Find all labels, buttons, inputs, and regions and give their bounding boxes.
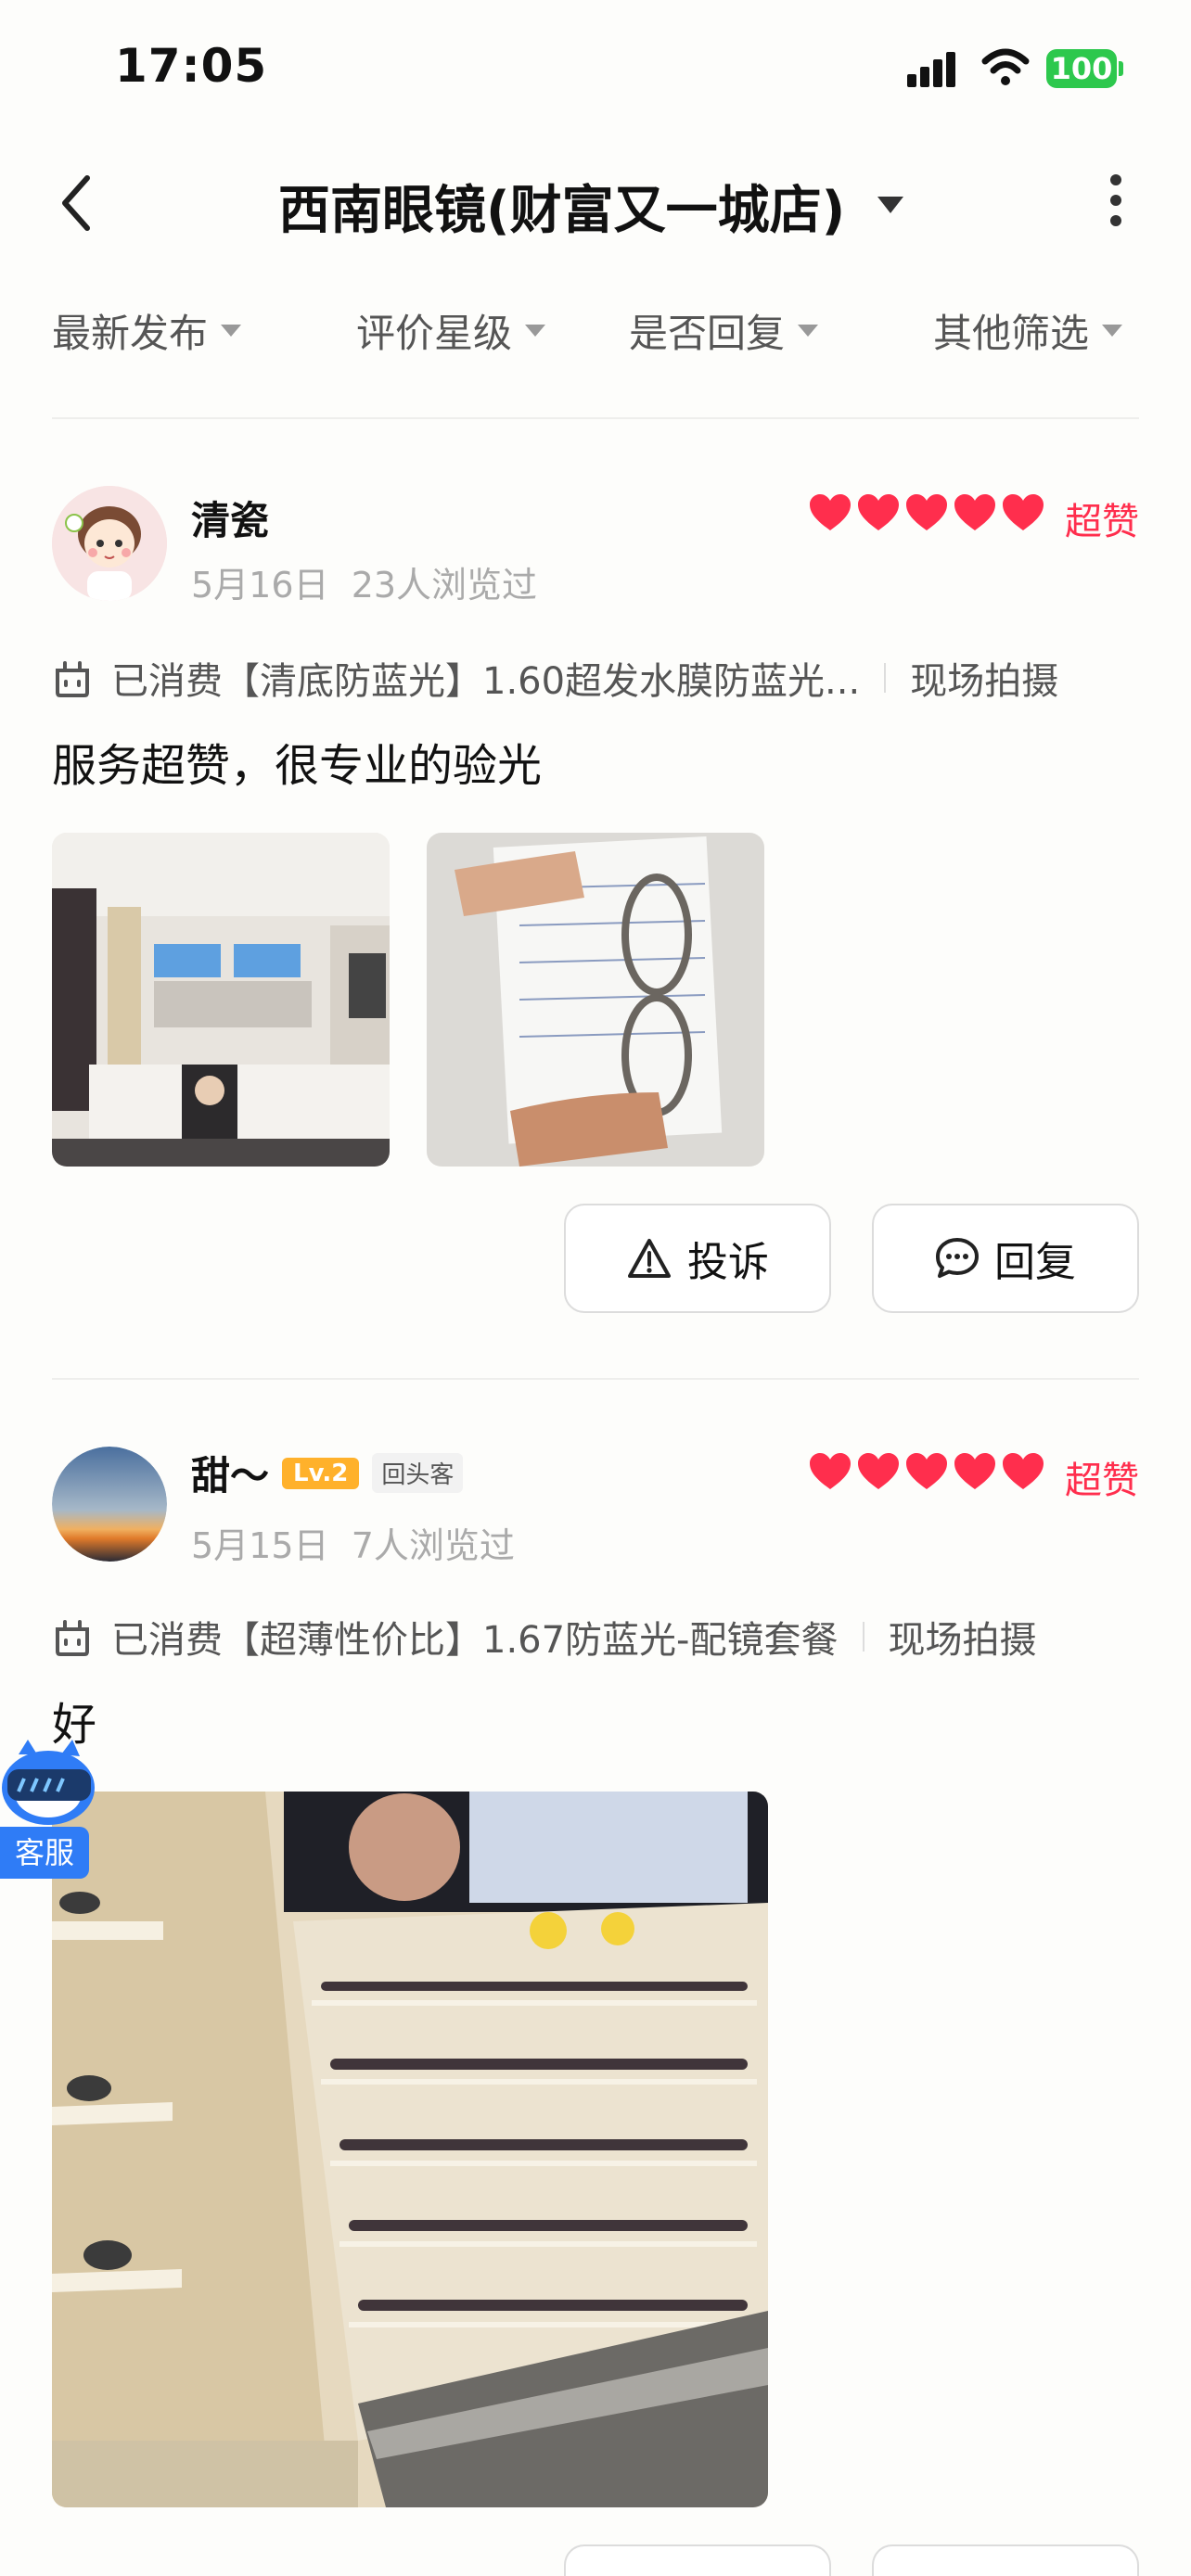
back-arrow-icon[interactable] bbox=[58, 174, 95, 232]
username[interactable]: 甜～ bbox=[191, 1445, 269, 1501]
filter-label: 评价星级 bbox=[356, 311, 513, 356]
sunset-avatar-icon bbox=[52, 1447, 167, 1562]
dropdown-arrow-icon bbox=[1102, 325, 1123, 337]
rating-label: 超赞 bbox=[1065, 501, 1139, 543]
heart-icon bbox=[810, 494, 851, 530]
battery-tip bbox=[1119, 61, 1123, 76]
status-time: 17:05 bbox=[115, 39, 268, 93]
page-title[interactable]: 西南眼镜(财富又一城店) bbox=[278, 169, 845, 244]
warning-icon bbox=[628, 1239, 671, 1278]
dropdown-arrow-icon bbox=[221, 325, 242, 337]
review-photo[interactable] bbox=[52, 1792, 768, 2507]
username[interactable]: 清瓷 bbox=[191, 490, 269, 546]
cartoon-avatar-icon bbox=[52, 486, 167, 601]
filter-label: 其他筛选 bbox=[933, 311, 1090, 356]
review-divider bbox=[52, 1378, 1139, 1380]
photo-tag: 现场拍摄 bbox=[888, 1619, 1037, 1662]
heart-icon bbox=[858, 1453, 899, 1489]
avatar[interactable] bbox=[52, 1447, 167, 1562]
robot-mascot-icon[interactable] bbox=[0, 1734, 102, 1827]
heart-icon bbox=[906, 1453, 947, 1489]
rating-hearts bbox=[809, 1452, 1044, 1491]
photo-tag: 现场拍摄 bbox=[910, 660, 1059, 703]
returning-customer-badge: 回头客 bbox=[372, 1453, 464, 1493]
review-photo[interactable] bbox=[427, 833, 764, 1167]
shopping-basket-icon bbox=[56, 1620, 89, 1656]
reply-button[interactable]: 回复 bbox=[872, 1204, 1139, 1313]
eyewear-display-photo bbox=[52, 1792, 768, 2507]
review-date: 5月15日 bbox=[191, 1525, 329, 1566]
rating-label: 超赞 bbox=[1065, 1460, 1139, 1502]
purchase-info[interactable]: 已消费【清底防蓝光】1.60超发水膜防蓝光... 现场拍摄 bbox=[52, 651, 1058, 705]
review-meta: 5月16日 23人浏览过 bbox=[191, 556, 537, 607]
purchase-text: 已消费【清底防蓝光】1.60超发水膜防蓝光... bbox=[111, 660, 861, 703]
heart-icon bbox=[1003, 1453, 1044, 1489]
heart-icon bbox=[1003, 494, 1044, 530]
purchase-info[interactable]: 已消费【超薄性价比】1.67防蓝光-配镜套餐 现场拍摄 bbox=[52, 1610, 1037, 1664]
user-header: 甜～ Lv.2 回头客 bbox=[191, 1445, 464, 1501]
level-badge: Lv.2 bbox=[282, 1457, 360, 1489]
reply-label: 回复 bbox=[994, 1239, 1076, 1286]
complain-label: 投诉 bbox=[687, 1239, 769, 1286]
review-content: 服务超赞，很专业的验光 bbox=[52, 740, 543, 792]
wifi-icon bbox=[981, 48, 1030, 85]
dropdown-arrow-icon bbox=[525, 325, 546, 337]
filter-latest[interactable]: 最新发布 bbox=[52, 302, 242, 359]
review-date: 5月16日 bbox=[191, 565, 329, 606]
prescription-glasses-photo bbox=[427, 833, 764, 1167]
battery-indicator: 100 bbox=[1046, 49, 1117, 88]
heart-icon bbox=[906, 494, 947, 530]
purchase-text: 已消费【超薄性价比】1.67防蓝光-配镜套餐 bbox=[111, 1619, 839, 1662]
filter-replied[interactable]: 是否回复 bbox=[629, 302, 819, 359]
title-dropdown-icon[interactable] bbox=[876, 195, 905, 215]
review-photo[interactable] bbox=[52, 833, 390, 1167]
heart-icon bbox=[954, 494, 995, 530]
chat-bubble-icon bbox=[936, 1238, 979, 1278]
signal-icon bbox=[907, 52, 955, 87]
complain-button[interactable] bbox=[564, 2544, 831, 2576]
rating-hearts bbox=[809, 493, 1044, 532]
store-interior-photo bbox=[52, 833, 390, 1167]
avatar[interactable] bbox=[52, 486, 167, 601]
heart-icon bbox=[858, 494, 899, 530]
filter-label: 是否回复 bbox=[629, 311, 786, 356]
dropdown-arrow-icon bbox=[798, 325, 819, 337]
review-meta: 5月15日 7人浏览过 bbox=[191, 1517, 515, 1568]
header-divider bbox=[52, 417, 1139, 419]
more-options-icon[interactable] bbox=[1109, 172, 1122, 228]
filter-other[interactable]: 其他筛选 bbox=[933, 302, 1123, 359]
heart-icon bbox=[954, 1453, 995, 1489]
filter-label: 最新发布 bbox=[52, 311, 209, 356]
shopping-basket-icon bbox=[56, 661, 89, 697]
separator bbox=[884, 663, 887, 693]
review-views: 23人浏览过 bbox=[351, 565, 538, 606]
heart-icon bbox=[810, 1453, 851, 1489]
customer-service-button[interactable]: 客服 bbox=[0, 1827, 89, 1879]
complain-button[interactable]: 投诉 bbox=[564, 1204, 831, 1313]
reply-button[interactable] bbox=[872, 2544, 1139, 2576]
review-views: 7人浏览过 bbox=[351, 1525, 515, 1566]
separator bbox=[862, 1622, 864, 1651]
filter-rating[interactable]: 评价星级 bbox=[356, 302, 546, 359]
